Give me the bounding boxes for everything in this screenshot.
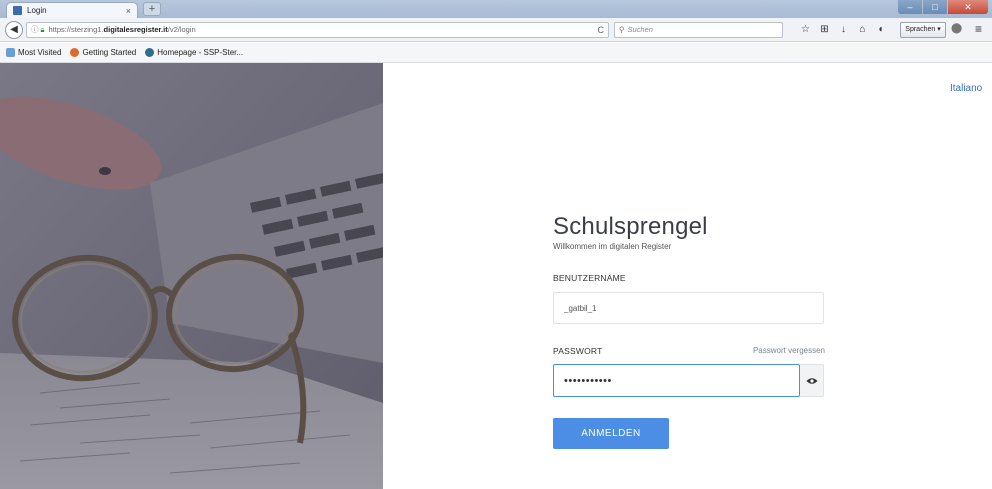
username-label: BENUTZERNAME xyxy=(553,273,626,283)
globe-icon xyxy=(145,48,155,57)
password-label: PASSWORT xyxy=(553,346,603,356)
page-title: Schulsprengel xyxy=(553,213,708,240)
extension-icon[interactable]: ⬤ xyxy=(951,23,962,34)
language-select-button[interactable]: Sprachen ▾ xyxy=(900,22,946,38)
folder-icon xyxy=(6,48,15,57)
eye-icon xyxy=(806,377,817,384)
reload-icon[interactable]: C xyxy=(598,23,605,37)
pocket-icon[interactable]: ◐ xyxy=(872,22,891,38)
tab-close-icon[interactable]: × xyxy=(126,6,131,16)
window-controls: – □ ✕ xyxy=(898,0,988,14)
bookmark-label: Homepage - SSP-Ster... xyxy=(157,48,244,57)
back-button[interactable]: ◀ xyxy=(5,21,23,39)
bookmark-label: Most Visited xyxy=(18,48,62,57)
bookmark-getting-started[interactable]: Getting Started xyxy=(70,48,136,57)
close-window-button[interactable]: ✕ xyxy=(948,0,988,14)
toolbar-icons: ☆ ⊞ ↓ ⌂ ◐ xyxy=(796,22,891,38)
browser-titlebar: Login × + – □ ✕ xyxy=(0,0,992,18)
bookmark-star-icon[interactable]: ☆ xyxy=(796,22,815,38)
url-prefix: https://sterzing1. xyxy=(48,25,104,34)
password-input[interactable]: ••••••••••• xyxy=(553,364,800,397)
hamburger-menu-icon[interactable]: ≡ xyxy=(975,22,982,36)
home-icon[interactable]: ⌂ xyxy=(853,22,872,38)
reading-list-icon[interactable]: ⊞ xyxy=(815,22,834,38)
login-form: Schulsprengel Willkommen im digitalen Re… xyxy=(553,213,828,449)
tab-title: Login xyxy=(27,6,47,15)
bookmark-label: Getting Started xyxy=(82,48,137,57)
language-switch-link[interactable]: Italiano xyxy=(950,83,982,94)
search-placeholder: Suchen xyxy=(627,25,653,34)
page-subtitle: Willkommen im digitalen Register xyxy=(553,242,672,251)
firefox-icon xyxy=(70,48,80,57)
username-value: _gatbil_1 xyxy=(564,303,597,313)
login-submit-button[interactable]: ANMELDEN xyxy=(553,418,669,449)
show-password-button[interactable] xyxy=(800,364,824,397)
maximize-button[interactable]: □ xyxy=(923,0,947,14)
search-bar[interactable]: ⚲ Suchen xyxy=(614,22,783,38)
hero-image xyxy=(0,63,383,489)
navigation-toolbar: ◀ ⓘ 🔒︎ https://sterzing1.digitalesregister… xyxy=(0,18,992,42)
bookmarks-bar: Most Visited Getting Started Homepage - … xyxy=(0,43,992,63)
login-page: Italiano Schulsprengel Willkommen im dig… xyxy=(0,63,992,489)
site-info-icon[interactable]: ⓘ xyxy=(31,25,39,34)
address-bar[interactable]: ⓘ 🔒︎ https://sterzing1.digitalesregister.i… xyxy=(26,22,609,38)
forgot-password-link[interactable]: Passwort vergessen xyxy=(723,346,825,355)
glasses-laptop-photo xyxy=(0,63,383,489)
new-tab-button[interactable]: + xyxy=(143,2,161,16)
password-value: ••••••••••• xyxy=(564,374,612,387)
lock-icon: 🔒︎ xyxy=(40,25,45,34)
browser-tab[interactable]: Login × xyxy=(6,2,138,18)
search-icon: ⚲ xyxy=(619,25,625,34)
bookmark-homepage[interactable]: Homepage - SSP-Ster... xyxy=(145,48,243,57)
url-domain: digitalesregister.it xyxy=(103,25,168,34)
url-path: /v2/login xyxy=(167,25,196,34)
minimize-button[interactable]: – xyxy=(898,0,922,14)
page-favicon-icon xyxy=(13,6,22,15)
back-arrow-icon: ◀ xyxy=(10,24,18,35)
username-input[interactable]: _gatbil_1 xyxy=(553,292,824,324)
bookmark-most-visited[interactable]: Most Visited xyxy=(6,48,61,57)
downloads-icon[interactable]: ↓ xyxy=(834,22,853,38)
